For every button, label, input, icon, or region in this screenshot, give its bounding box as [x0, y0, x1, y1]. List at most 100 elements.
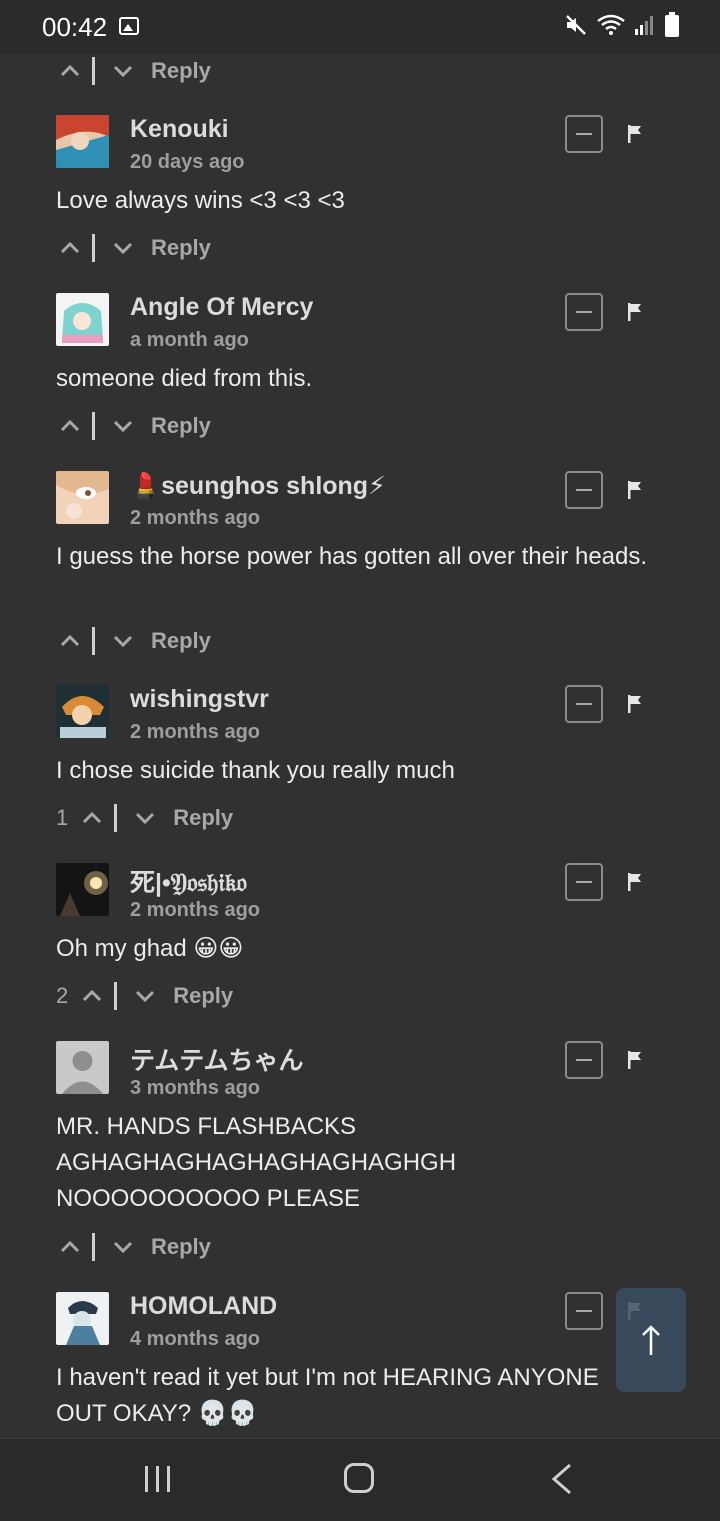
comment-body: I guess the horse power has gotten all o…	[56, 543, 648, 570]
vote-row: 2 Reply	[56, 976, 233, 1016]
vote-row: Reply	[56, 228, 211, 268]
avatar[interactable]	[56, 863, 109, 916]
avatar[interactable]	[56, 115, 109, 168]
minus-icon	[576, 311, 592, 313]
vote-divider	[114, 804, 118, 832]
status-icons	[564, 12, 680, 38]
wifi-icon	[597, 14, 625, 35]
vote-count: 2	[56, 983, 69, 1008]
timestamp: 2 months ago	[130, 507, 261, 529]
reply-button[interactable]: Reply	[173, 983, 233, 1009]
vote-divider	[92, 627, 95, 655]
flag-icon[interactable]	[625, 301, 645, 323]
reply-button[interactable]: Reply	[173, 805, 233, 831]
flag-icon[interactable]	[625, 123, 645, 145]
minus-icon	[576, 133, 592, 135]
upvote-icon[interactable]	[56, 57, 84, 85]
reply-button[interactable]: Reply	[151, 58, 211, 84]
username[interactable]: 💄seunghos shlong⚡	[130, 471, 386, 501]
timestamp: 2 months ago	[130, 899, 261, 921]
back-icon[interactable]	[550, 1463, 574, 1495]
comment-body: Love always wins <3 <3 <3	[56, 187, 345, 214]
timestamp: 20 days ago	[130, 151, 245, 173]
username[interactable]: Kenouki	[130, 115, 229, 144]
navigation-bar	[0, 1438, 720, 1521]
avatar[interactable]	[56, 1041, 109, 1094]
reply-button[interactable]: Reply	[151, 235, 211, 261]
username[interactable]: wishingstvr	[130, 685, 269, 714]
comment-body: I haven't read it yet but I'm not HEARIN…	[56, 1364, 599, 1427]
timestamp: 2 months ago	[130, 721, 261, 743]
username[interactable]: テムテムちゃん	[130, 1041, 304, 1077]
upvote-icon[interactable]	[56, 234, 84, 262]
minus-icon	[576, 489, 592, 491]
recents-bar-icon	[145, 1466, 148, 1492]
vote-row: Reply	[56, 1227, 211, 1267]
avatar[interactable]	[56, 685, 109, 738]
flag-icon[interactable]	[625, 693, 645, 715]
timestamp: 3 months ago	[130, 1077, 261, 1099]
reply-button[interactable]: Reply	[151, 628, 211, 654]
recent-apps-button[interactable]	[145, 1466, 170, 1492]
minus-icon	[576, 1059, 592, 1061]
downvote-icon[interactable]	[109, 412, 137, 440]
username[interactable]: HOMOLAND	[130, 1292, 277, 1321]
username[interactable]: 死|•𝔜𝔬𝔰𝔥𝔦𝔨𝔬	[130, 863, 247, 899]
comment-body: MR. HANDS FLASHBACKS AGHAGHAGHAGHAGHAGHA…	[56, 1113, 457, 1212]
minus-icon	[576, 1310, 592, 1312]
timestamp: 4 months ago	[130, 1328, 261, 1350]
reply-button[interactable]: Reply	[151, 413, 211, 439]
avatar[interactable]	[56, 293, 109, 346]
downvote-icon[interactable]	[131, 982, 159, 1010]
upvote-icon[interactable]	[78, 804, 106, 832]
vote-row: 1 Reply	[56, 798, 233, 838]
collapse-button[interactable]	[565, 1041, 603, 1079]
avatar[interactable]	[56, 471, 109, 524]
vote-divider	[114, 982, 118, 1010]
gallery-notification-icon	[119, 17, 139, 35]
vote-divider	[92, 57, 95, 85]
minus-icon	[576, 703, 592, 705]
recents-bar-icon	[167, 1466, 170, 1492]
vote-divider	[92, 412, 95, 440]
comment-feed[interactable]: Reply Kenouki 20 days ago Love always wi…	[0, 54, 720, 1438]
vote-row: Reply	[56, 406, 211, 446]
timestamp: a month ago	[130, 329, 249, 351]
status-bar: 00:42	[0, 0, 720, 54]
upvote-icon[interactable]	[56, 1233, 84, 1261]
vote-row: Reply	[56, 621, 211, 661]
flag-icon[interactable]	[625, 1049, 645, 1071]
comment-body: Oh my ghad 😀😀	[56, 935, 244, 962]
upvote-icon[interactable]	[56, 412, 84, 440]
reply-button[interactable]: Reply	[151, 1234, 211, 1260]
flag-icon[interactable]	[625, 871, 645, 893]
username[interactable]: Angle Of Mercy	[130, 293, 313, 322]
upvote-icon[interactable]	[56, 627, 84, 655]
upvote-icon[interactable]	[78, 982, 106, 1010]
downvote-icon[interactable]	[131, 804, 159, 832]
downvote-icon[interactable]	[109, 234, 137, 262]
collapse-button[interactable]	[565, 685, 603, 723]
avatar[interactable]	[56, 1292, 109, 1345]
comment-body: I chose suicide thank you really much	[56, 757, 455, 784]
scroll-to-top-button[interactable]	[616, 1288, 686, 1392]
collapse-button[interactable]	[565, 471, 603, 509]
collapse-button[interactable]	[565, 293, 603, 331]
recents-bar-icon	[156, 1466, 159, 1492]
mute-icon	[566, 15, 586, 35]
home-button[interactable]	[344, 1463, 374, 1493]
flag-icon[interactable]	[625, 479, 645, 501]
vote-divider	[92, 234, 95, 262]
collapse-button[interactable]	[565, 1292, 603, 1330]
vote-divider	[92, 1233, 95, 1261]
battery-icon	[665, 12, 679, 37]
downvote-icon[interactable]	[109, 627, 137, 655]
vote-count: 1	[56, 805, 69, 830]
collapse-button[interactable]	[565, 115, 603, 153]
minus-icon	[576, 881, 592, 883]
downvote-icon[interactable]	[109, 1233, 137, 1261]
comment-body: someone died from this.	[56, 365, 313, 392]
downvote-icon[interactable]	[109, 57, 137, 85]
collapse-button[interactable]	[565, 863, 603, 901]
arrow-up-icon	[642, 1325, 660, 1355]
